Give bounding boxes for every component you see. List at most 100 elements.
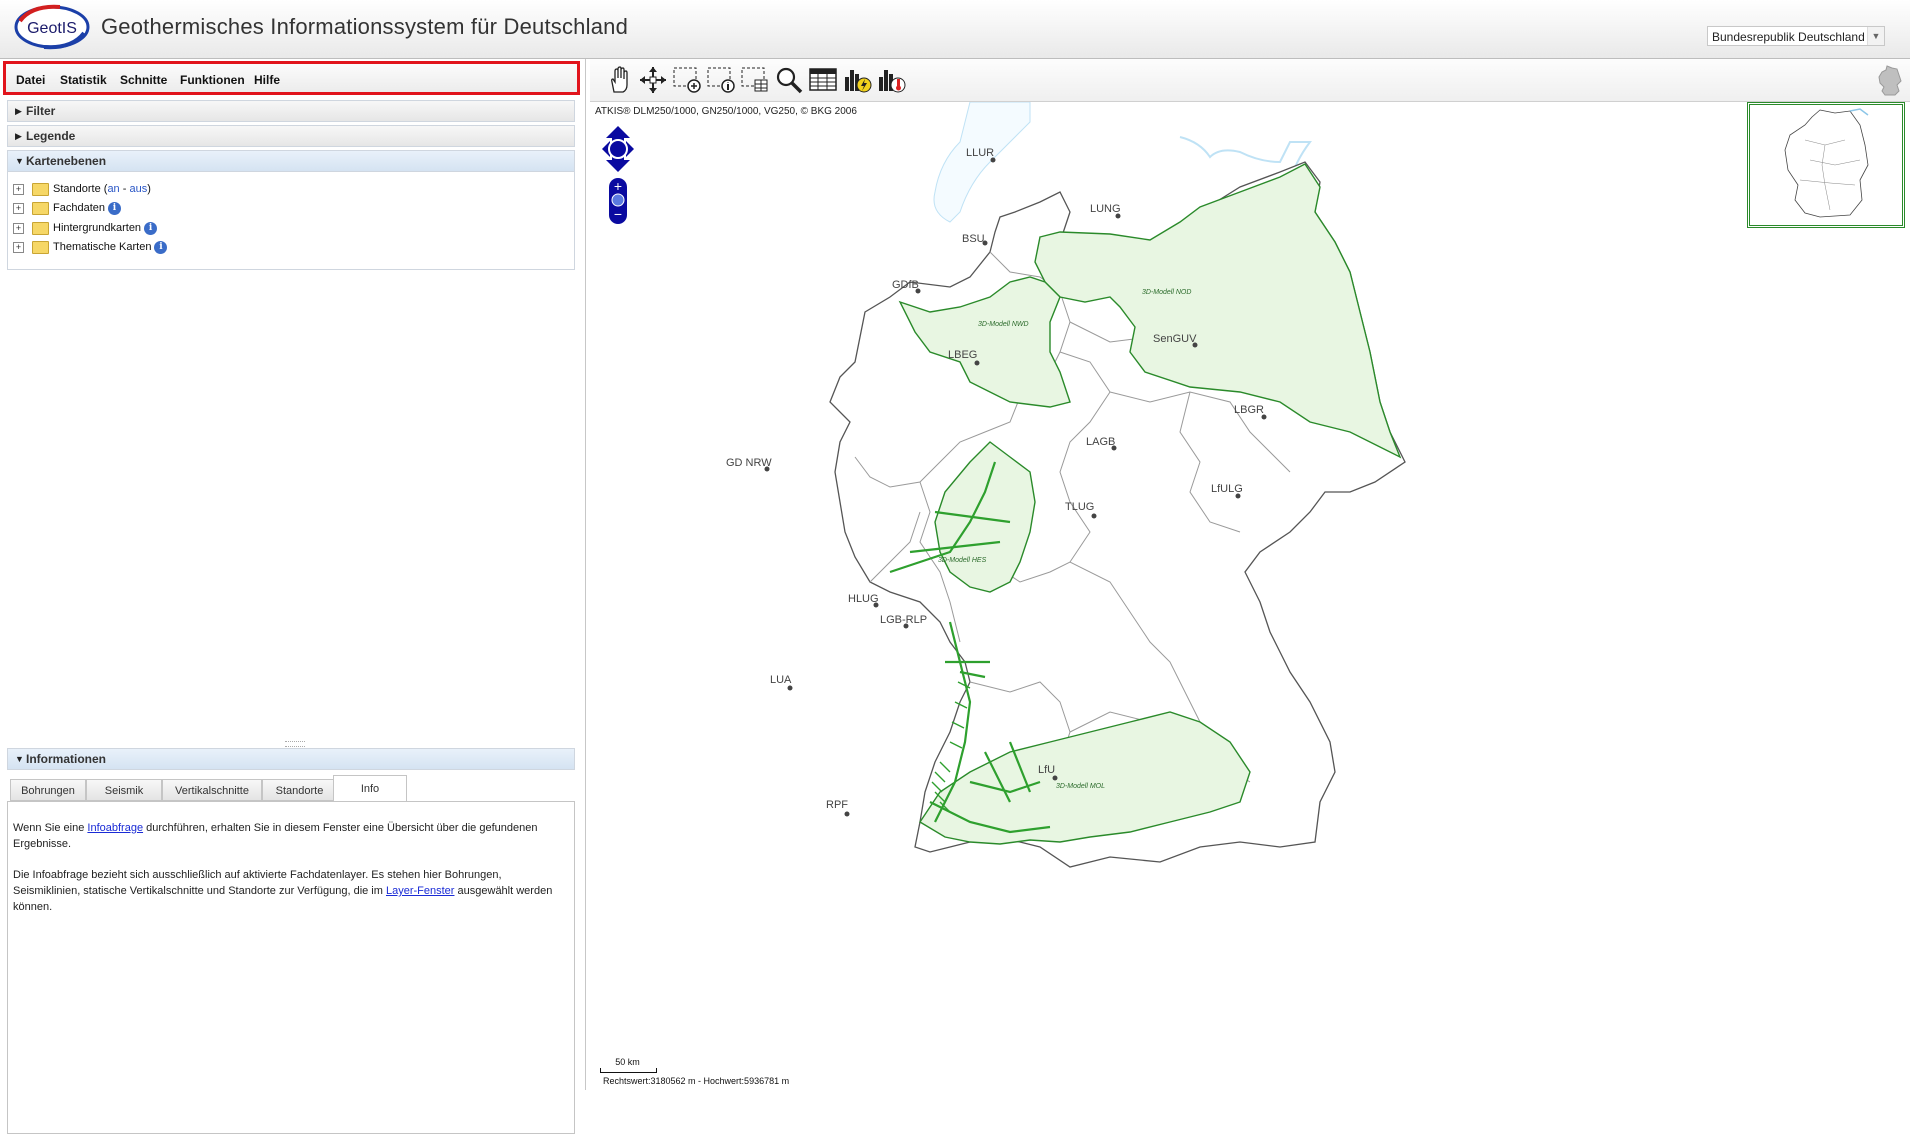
geotis-logo: GeotIS: [14, 4, 90, 50]
legende-panel-header[interactable]: ▶ Legende: [7, 125, 575, 147]
pan-arrows-icon[interactable]: [602, 126, 634, 172]
left-panel: Datei Statistik Schnitte Funktionen Hilf…: [0, 59, 586, 1134]
tab-seismik[interactable]: Seismik: [86, 779, 162, 801]
city-label: GD NRW: [726, 457, 772, 469]
search-magnifier-icon[interactable]: [774, 65, 804, 95]
layer-item-thematische-karten[interactable]: + Thematische Karten i: [13, 238, 168, 256]
tab-bohrungen[interactable]: Bohrungen: [10, 779, 86, 801]
chevron-right-icon: ▶: [15, 106, 22, 116]
city-label: LBEG: [948, 349, 977, 361]
layer-label: Fachdaten: [53, 202, 105, 214]
region-select-value: Bundesrepublik Deutschland: [1712, 30, 1865, 44]
region-select[interactable]: Bundesrepublik Deutschland ▼: [1707, 26, 1885, 46]
expand-plus-icon[interactable]: +: [13, 241, 24, 253]
menu-funktionen[interactable]: Funktionen: [180, 73, 245, 87]
coordinate-readout: Rechtswert:3180562 m - Hochwert:5936781 …: [603, 1076, 790, 1086]
statistics-temperature-icon[interactable]: [876, 65, 906, 95]
germany-map: LLUR LUNG BSU GDfB SenGUV LBEG LBGR LAGB…: [726, 102, 1406, 868]
scale-bar: 50 km: [600, 1057, 660, 1073]
model-label-mol: 3D-Modell MOL: [1056, 783, 1105, 790]
city-label: LfULG: [1211, 483, 1243, 495]
map-view[interactable]: ATKIS® DLM250/1000, GN250/1000, VG250, ©…: [590, 102, 1910, 1090]
city-label: LBGR: [1234, 404, 1264, 416]
info-text: Wenn Sie eine: [13, 822, 88, 834]
filter-panel-title: Filter: [26, 104, 56, 118]
city-label: GDfB: [892, 279, 919, 291]
model-label-nod: 3D-Modell NOD: [1142, 289, 1191, 296]
chevron-down-icon: ▼: [15, 754, 24, 764]
layer-item-standorte[interactable]: + Standorte (an - aus): [13, 180, 151, 198]
model-label-hes: 3D-Modell HES: [938, 557, 987, 564]
layer-fenster-link[interactable]: Layer-Fenster: [386, 885, 454, 897]
statistics-power-icon[interactable]: [842, 65, 872, 95]
legende-panel-title: Legende: [26, 129, 76, 143]
kartenebenen-panel-title: Kartenebenen: [26, 154, 107, 168]
info-content: Wenn Sie eine Infoabfrage durchführen, e…: [7, 801, 575, 1134]
tab-info[interactable]: Info: [333, 775, 407, 802]
filter-panel-header[interactable]: ▶ Filter: [7, 100, 575, 122]
zoom-in-icon[interactable]: +: [614, 178, 622, 194]
zoom-extent-icon[interactable]: [638, 65, 668, 95]
table-select-icon[interactable]: [740, 65, 770, 95]
attribute-table-icon[interactable]: [808, 65, 838, 95]
info-icon[interactable]: i: [107, 201, 121, 215]
zoom-world-icon[interactable]: [611, 193, 625, 207]
info-icon[interactable]: i: [144, 221, 158, 235]
info-tabs: Bohrungen Seismik Vertikalschnitte Stand…: [7, 775, 575, 802]
menu-statistik[interactable]: Statistik: [60, 73, 107, 87]
expand-plus-icon[interactable]: +: [13, 202, 24, 214]
city-label: LUNG: [1090, 203, 1121, 215]
layer-tree: + Standorte (an - aus) + Fachdaten i + Hinte…: [7, 172, 575, 270]
app-header: GeotIS Geothermisches Informationssystem…: [0, 0, 1910, 59]
city-label: LfU: [1038, 764, 1055, 776]
tab-vertikalschnitte[interactable]: Vertikalschnitte: [162, 779, 262, 801]
zoom-box-icon[interactable]: [672, 65, 702, 95]
folder-icon: [32, 201, 49, 215]
menu-hilfe[interactable]: Hilfe: [254, 73, 280, 87]
chevron-down-icon: ▼: [15, 156, 24, 166]
city-label: TLUG: [1065, 501, 1094, 513]
layer-label: Standorte: [53, 183, 101, 195]
info-icon[interactable]: i: [154, 240, 168, 254]
city-label: BSU: [962, 233, 985, 245]
layer-label: Thematische Karten: [53, 241, 152, 253]
app-title: Geothermisches Informationssystem für De…: [101, 14, 629, 39]
layer-label: Hintergrundkarten: [53, 222, 142, 234]
zoom-out-icon[interactable]: −: [614, 206, 622, 222]
map-nav-controls: + −: [602, 126, 634, 224]
city-label: LLUR: [966, 147, 994, 159]
folder-icon: [32, 182, 49, 196]
info-paragraph-2: Die Infoabfrage bezieht sich ausschließl…: [13, 867, 569, 915]
model-label-nwd: 3D-Modell NWD: [978, 321, 1029, 328]
informationen-panel-header[interactable]: ▼ Informationen: [7, 748, 575, 770]
info-paragraph-1: Wenn Sie eine Infoabfrage durchführen, e…: [13, 820, 569, 852]
layer-extra-sep: -: [119, 183, 130, 195]
overview-map[interactable]: [1747, 102, 1905, 228]
infoabfrage-link[interactable]: Infoabfrage: [87, 822, 143, 834]
city-label: HLUG: [848, 593, 879, 605]
expand-plus-icon[interactable]: +: [13, 183, 24, 195]
informationen-panel-title: Informationen: [26, 752, 106, 766]
kartenebenen-panel-header[interactable]: ▼ Kartenebenen: [7, 150, 575, 172]
layer-extra-close: ): [147, 183, 151, 195]
city-label: LAGB: [1086, 436, 1115, 448]
expand-plus-icon[interactable]: +: [13, 222, 24, 234]
folder-icon: [32, 240, 49, 254]
folder-icon: [32, 221, 49, 235]
map-toolbar: [590, 59, 1910, 102]
layer-item-fachdaten[interactable]: + Fachdaten i: [13, 199, 121, 217]
chevron-down-icon[interactable]: ▼: [1867, 27, 1884, 45]
layer-standorte-aus-link[interactable]: aus: [129, 183, 147, 195]
layer-item-hintergrundkarten[interactable]: + Hintergrundkarten i: [13, 219, 158, 237]
city-label: LUA: [770, 674, 792, 686]
menu-schnitte[interactable]: Schnitte: [120, 73, 167, 87]
city-label: LGB-RLP: [880, 614, 927, 626]
overview-germany: [1784, 108, 1869, 218]
pan-hand-icon[interactable]: [604, 65, 634, 95]
tab-standorte[interactable]: Standorte: [262, 779, 337, 801]
info-box-icon[interactable]: [706, 65, 736, 95]
menu-datei[interactable]: Datei: [16, 73, 45, 87]
layer-standorte-an-link[interactable]: an: [107, 183, 119, 195]
germany-silhouette-icon[interactable]: [1877, 65, 1903, 97]
panel-splitter-handle[interactable]: [285, 741, 305, 747]
